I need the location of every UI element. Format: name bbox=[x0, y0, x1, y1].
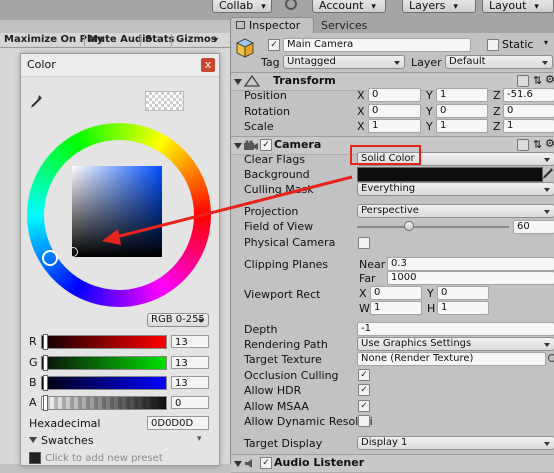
annotation-arrow-head bbox=[102, 229, 121, 245]
annotation-arrow-line bbox=[111, 175, 353, 240]
annotation-arrow bbox=[102, 175, 353, 245]
